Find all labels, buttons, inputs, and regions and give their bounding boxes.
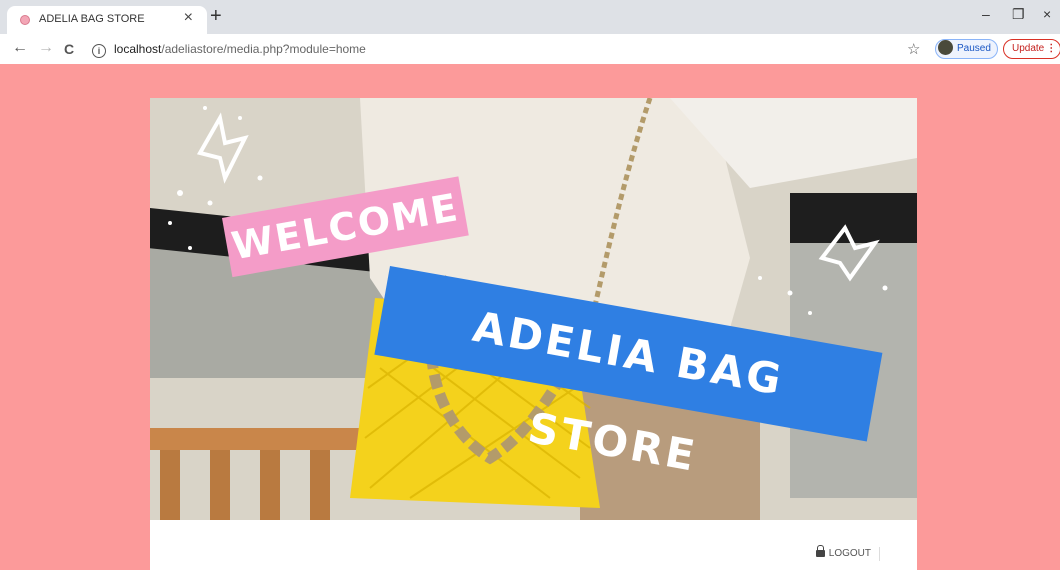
menu-icon: ⋮ (1046, 43, 1057, 54)
hero-banner: WELCOME ADELIA BAG STORE (150, 98, 917, 520)
logout-label: LOGOUT (828, 548, 871, 559)
profile-button[interactable]: Paused (935, 39, 998, 59)
logout-link[interactable]: LOGOUT (815, 545, 880, 561)
browser-tab[interactable]: ADELIA BAG STORE × (7, 6, 207, 34)
tab-title: ADELIA BAG STORE (39, 13, 145, 25)
reload-button[interactable]: C (64, 41, 74, 57)
site-favicon-icon (20, 15, 30, 25)
minimize-button[interactable]: – (982, 6, 990, 22)
update-button[interactable]: Update ⋮ (1003, 39, 1060, 59)
browser-tab-bar: ADELIA BAG STORE × + – ❐ × (0, 0, 1060, 34)
site-info-icon[interactable]: i (92, 44, 106, 58)
lock-icon (815, 545, 825, 557)
restore-button[interactable]: ❐ (1012, 6, 1025, 23)
new-tab-button[interactable]: + (210, 4, 222, 28)
back-button[interactable]: ← (12, 39, 28, 57)
bookmark-star-icon[interactable]: ☆ (907, 40, 920, 58)
forward-button[interactable]: → (38, 39, 54, 57)
window-close-button[interactable]: × (1043, 6, 1051, 22)
profile-label: Paused (957, 43, 991, 54)
url-host: localhost (114, 42, 162, 56)
update-label: Update (1012, 43, 1045, 54)
browser-toolbar: ← → C i localhost/adeliastore/media.php?m… (0, 34, 1060, 64)
url-path: /adeliastore/media.php?module=home (161, 42, 366, 56)
page-content: LOGOUT (150, 520, 917, 570)
address-bar[interactable]: i localhost/adeliastore/media.php?module=… (92, 39, 922, 59)
avatar (938, 40, 953, 55)
tab-close-icon[interactable]: × (184, 9, 193, 27)
